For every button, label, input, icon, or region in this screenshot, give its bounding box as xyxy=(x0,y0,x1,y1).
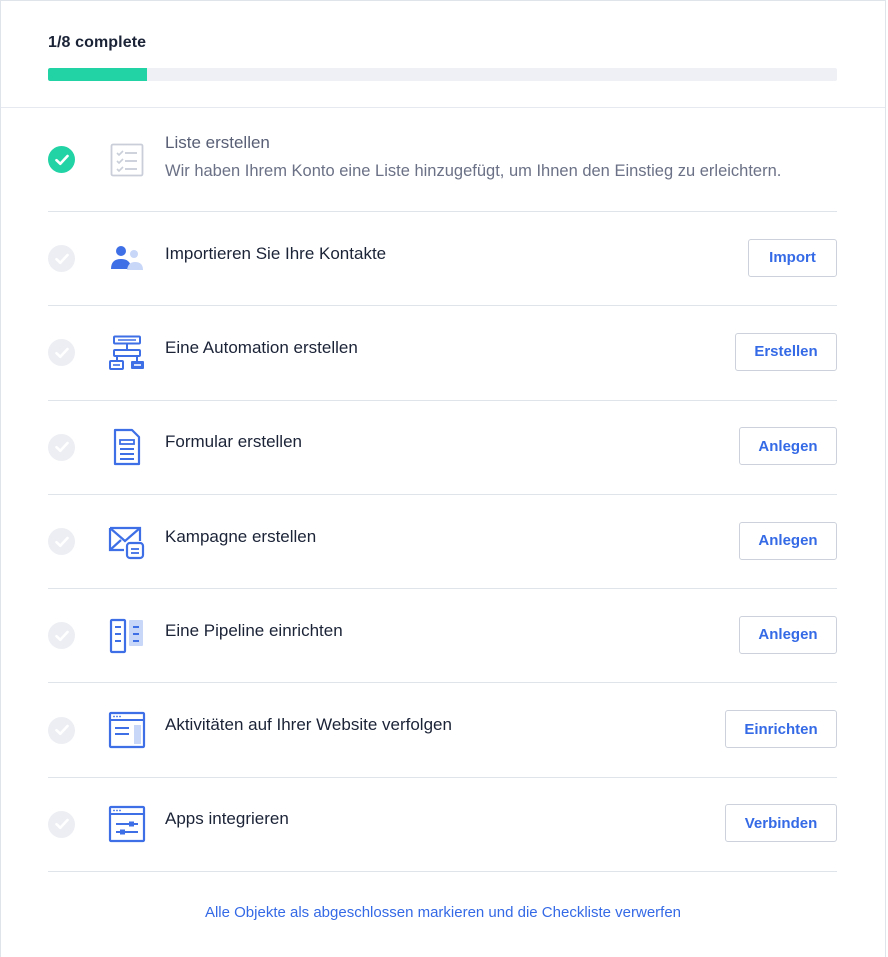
progress-bar xyxy=(48,68,837,81)
check-icon[interactable] xyxy=(48,433,75,461)
item-title: Apps integrieren xyxy=(165,809,289,829)
check-icon[interactable] xyxy=(48,339,75,367)
checklist-item-import-contacts: Importieren Sie Ihre Kontakte Import xyxy=(48,212,837,307)
automation-icon xyxy=(108,334,146,372)
footer: Alle Objekte als abgeschlossen markieren… xyxy=(1,904,885,922)
checklist-item-form: Formular erstellen Anlegen xyxy=(48,401,837,495)
checklist: Liste erstellen Wir haben Ihrem Konto ei… xyxy=(1,108,885,873)
setup-tracking-button[interactable]: Einrichten xyxy=(725,710,837,749)
checklist-item-liste-erstellen: Liste erstellen Wir haben Ihrem Konto ei… xyxy=(48,108,837,212)
contacts-icon xyxy=(108,240,146,278)
checklist-item-campaign: Kampagne erstellen Anlegen xyxy=(48,495,837,590)
completed-check-icon xyxy=(48,146,75,173)
pipeline-icon xyxy=(108,617,146,655)
item-description: Wir haben Ihrem Konto eine Liste hinzuge… xyxy=(165,161,782,180)
check-icon[interactable] xyxy=(48,245,75,273)
item-title: Eine Automation erstellen xyxy=(165,337,358,357)
check-icon[interactable] xyxy=(48,622,75,650)
check-icon[interactable] xyxy=(48,810,75,838)
item-title: Eine Pipeline einrichten xyxy=(165,620,343,640)
create-automation-button[interactable]: Erstellen xyxy=(735,332,837,371)
checklist-item-apps: Apps integrieren Verbinden xyxy=(48,778,837,873)
check-icon[interactable] xyxy=(48,528,75,556)
progress-label: 1/8 complete xyxy=(48,34,147,51)
progress-header: 1/8 complete xyxy=(1,1,885,108)
dismiss-checklist-link[interactable]: Alle Objekte als abgeschlossen markieren… xyxy=(205,904,681,921)
item-title: Kampagne erstellen xyxy=(165,526,317,546)
campaign-icon xyxy=(108,523,146,561)
form-icon xyxy=(108,428,146,466)
onboarding-checklist: 1/8 complete Liste erstellen Wir haben I… xyxy=(0,0,886,957)
create-campaign-button[interactable]: Anlegen xyxy=(739,521,837,560)
item-title: Aktivitäten auf Ihrer Website verfolgen xyxy=(165,715,452,735)
checklist-icon xyxy=(108,141,146,179)
connect-apps-button[interactable]: Verbinden xyxy=(725,804,837,843)
website-tracking-icon xyxy=(108,711,146,749)
create-form-button[interactable]: Anlegen xyxy=(739,427,837,466)
check-icon[interactable] xyxy=(48,716,75,744)
checklist-item-pipeline: Eine Pipeline einrichten Anlegen xyxy=(48,589,837,684)
progress-bar-fill xyxy=(48,68,147,81)
create-pipeline-button[interactable]: Anlegen xyxy=(739,615,837,654)
item-title: Importieren Sie Ihre Kontakte xyxy=(165,243,387,263)
import-button[interactable]: Import xyxy=(748,238,837,277)
item-title: Formular erstellen xyxy=(165,432,302,452)
item-title: Liste erstellen xyxy=(165,132,270,152)
apps-integration-icon xyxy=(108,805,146,843)
checklist-item-site-tracking: Aktivitäten auf Ihrer Website verfolgen … xyxy=(48,683,837,778)
checklist-item-automation: Eine Automation erstellen Erstellen xyxy=(48,306,837,401)
